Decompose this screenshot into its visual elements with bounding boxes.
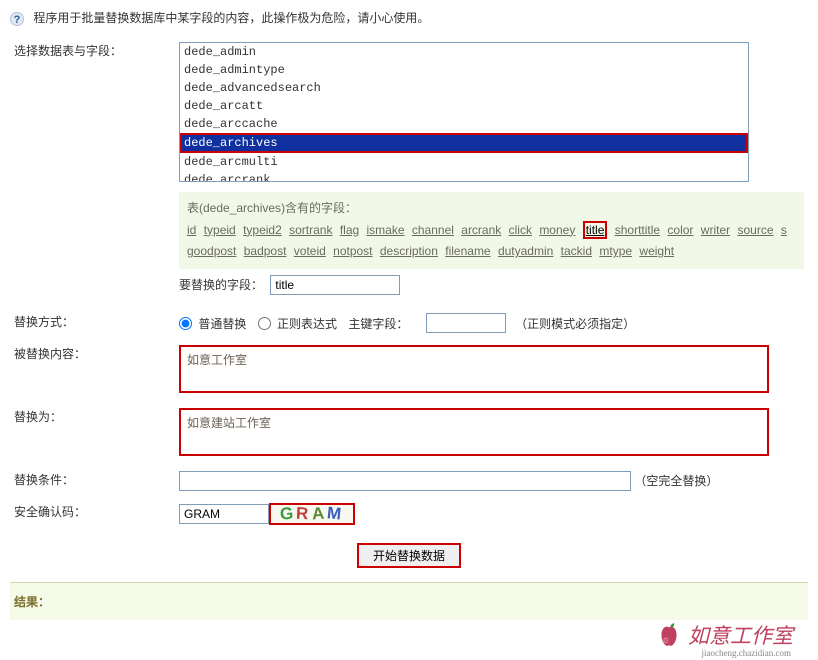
fields-list: id typeid typeid2 sortrank flag ismake c… [187, 220, 796, 263]
svg-text:RY: RY [665, 639, 671, 643]
field-link[interactable]: arcrank [461, 223, 501, 237]
field-link[interactable]: sortrank [289, 223, 332, 237]
field-link[interactable]: flag [340, 223, 359, 237]
field-link[interactable]: click [509, 223, 532, 237]
radio-regex-label: 正则表达式 [277, 317, 337, 331]
field-link[interactable]: dutyadmin [498, 244, 553, 258]
field-link[interactable]: typeid2 [243, 223, 282, 237]
label-replace-condition: 替换条件： [10, 465, 175, 497]
table-item[interactable]: dede_admin [180, 43, 748, 61]
table-list[interactable]: dede_admindede_admintypedede_advancedsea… [179, 42, 749, 182]
field-link[interactable]: id [187, 223, 196, 237]
captcha-image[interactable]: GRAM [269, 503, 355, 525]
field-link[interactable]: tackid [561, 244, 592, 258]
replace-with-textarea[interactable] [179, 408, 769, 456]
field-link[interactable]: badpost [244, 244, 287, 258]
replaced-content-textarea[interactable] [179, 345, 769, 393]
field-to-replace-input[interactable] [270, 275, 400, 295]
radio-normal-label: 普通替换 [198, 317, 246, 331]
fields-panel: 表(dede_archives)含有的字段： id typeid typeid2… [179, 192, 804, 269]
field-link[interactable]: weight [639, 244, 674, 258]
table-item[interactable]: dede_admintype [180, 61, 748, 79]
label-primary-key: 主键字段： [348, 317, 408, 331]
result-label: 结果： [10, 582, 808, 620]
warning-text: 程序用于批量替换数据库中某字段的内容，此操作极为危险，请小心使用。 [33, 11, 429, 25]
label-security-code: 安全确认码： [10, 497, 175, 531]
field-link[interactable]: title [583, 221, 608, 239]
field-link[interactable]: mtype [599, 244, 632, 258]
field-link[interactable]: source [737, 223, 773, 237]
field-link[interactable]: channel [412, 223, 454, 237]
field-link[interactable]: notpost [333, 244, 372, 258]
radio-normal[interactable] [179, 317, 192, 330]
table-item[interactable]: dede_advancedsearch [180, 79, 748, 97]
table-item[interactable]: dede_arcatt [180, 97, 748, 115]
table-item[interactable]: dede_arcrank [180, 171, 748, 182]
replace-condition-input[interactable] [179, 471, 631, 491]
field-link[interactable]: ismake [367, 223, 405, 237]
field-link[interactable]: writer [701, 223, 730, 237]
fields-panel-title: 表(dede_archives)含有的字段： [187, 198, 796, 220]
label-select-table: 选择数据表与字段： [10, 36, 175, 307]
captcha-input[interactable] [179, 504, 269, 524]
warning-banner: ? 程序用于批量替换数据库中某字段的内容，此操作极为危险，请小心使用。 [10, 5, 808, 36]
field-link[interactable]: s [781, 223, 787, 237]
field-link[interactable]: goodpost [187, 244, 236, 258]
submit-button[interactable]: 开始替换数据 [357, 543, 461, 568]
field-link[interactable]: typeid [204, 223, 236, 237]
empty-replace-note: （空完全替换） [634, 474, 718, 488]
field-link[interactable]: money [539, 223, 575, 237]
table-item[interactable]: dede_arcmulti [180, 153, 748, 171]
primary-key-input[interactable] [426, 313, 506, 333]
field-link[interactable]: filename [445, 244, 490, 258]
field-link[interactable]: color [667, 223, 693, 237]
regex-note: （正则模式必须指定） [515, 317, 635, 331]
label-replaced-content: 被替换内容： [10, 339, 175, 402]
radio-regex[interactable] [258, 317, 271, 330]
field-link[interactable]: shorttitle [615, 223, 660, 237]
info-icon: ? [10, 12, 24, 26]
field-link[interactable]: description [380, 244, 438, 258]
field-link[interactable]: voteid [294, 244, 326, 258]
table-item[interactable]: dede_archives [180, 133, 748, 153]
label-field-to-replace: 要替换的字段： [179, 278, 263, 292]
label-replace-mode: 替换方式： [10, 307, 175, 339]
label-replace-with: 替换为： [10, 402, 175, 465]
table-item[interactable]: dede_arccache [180, 115, 748, 133]
